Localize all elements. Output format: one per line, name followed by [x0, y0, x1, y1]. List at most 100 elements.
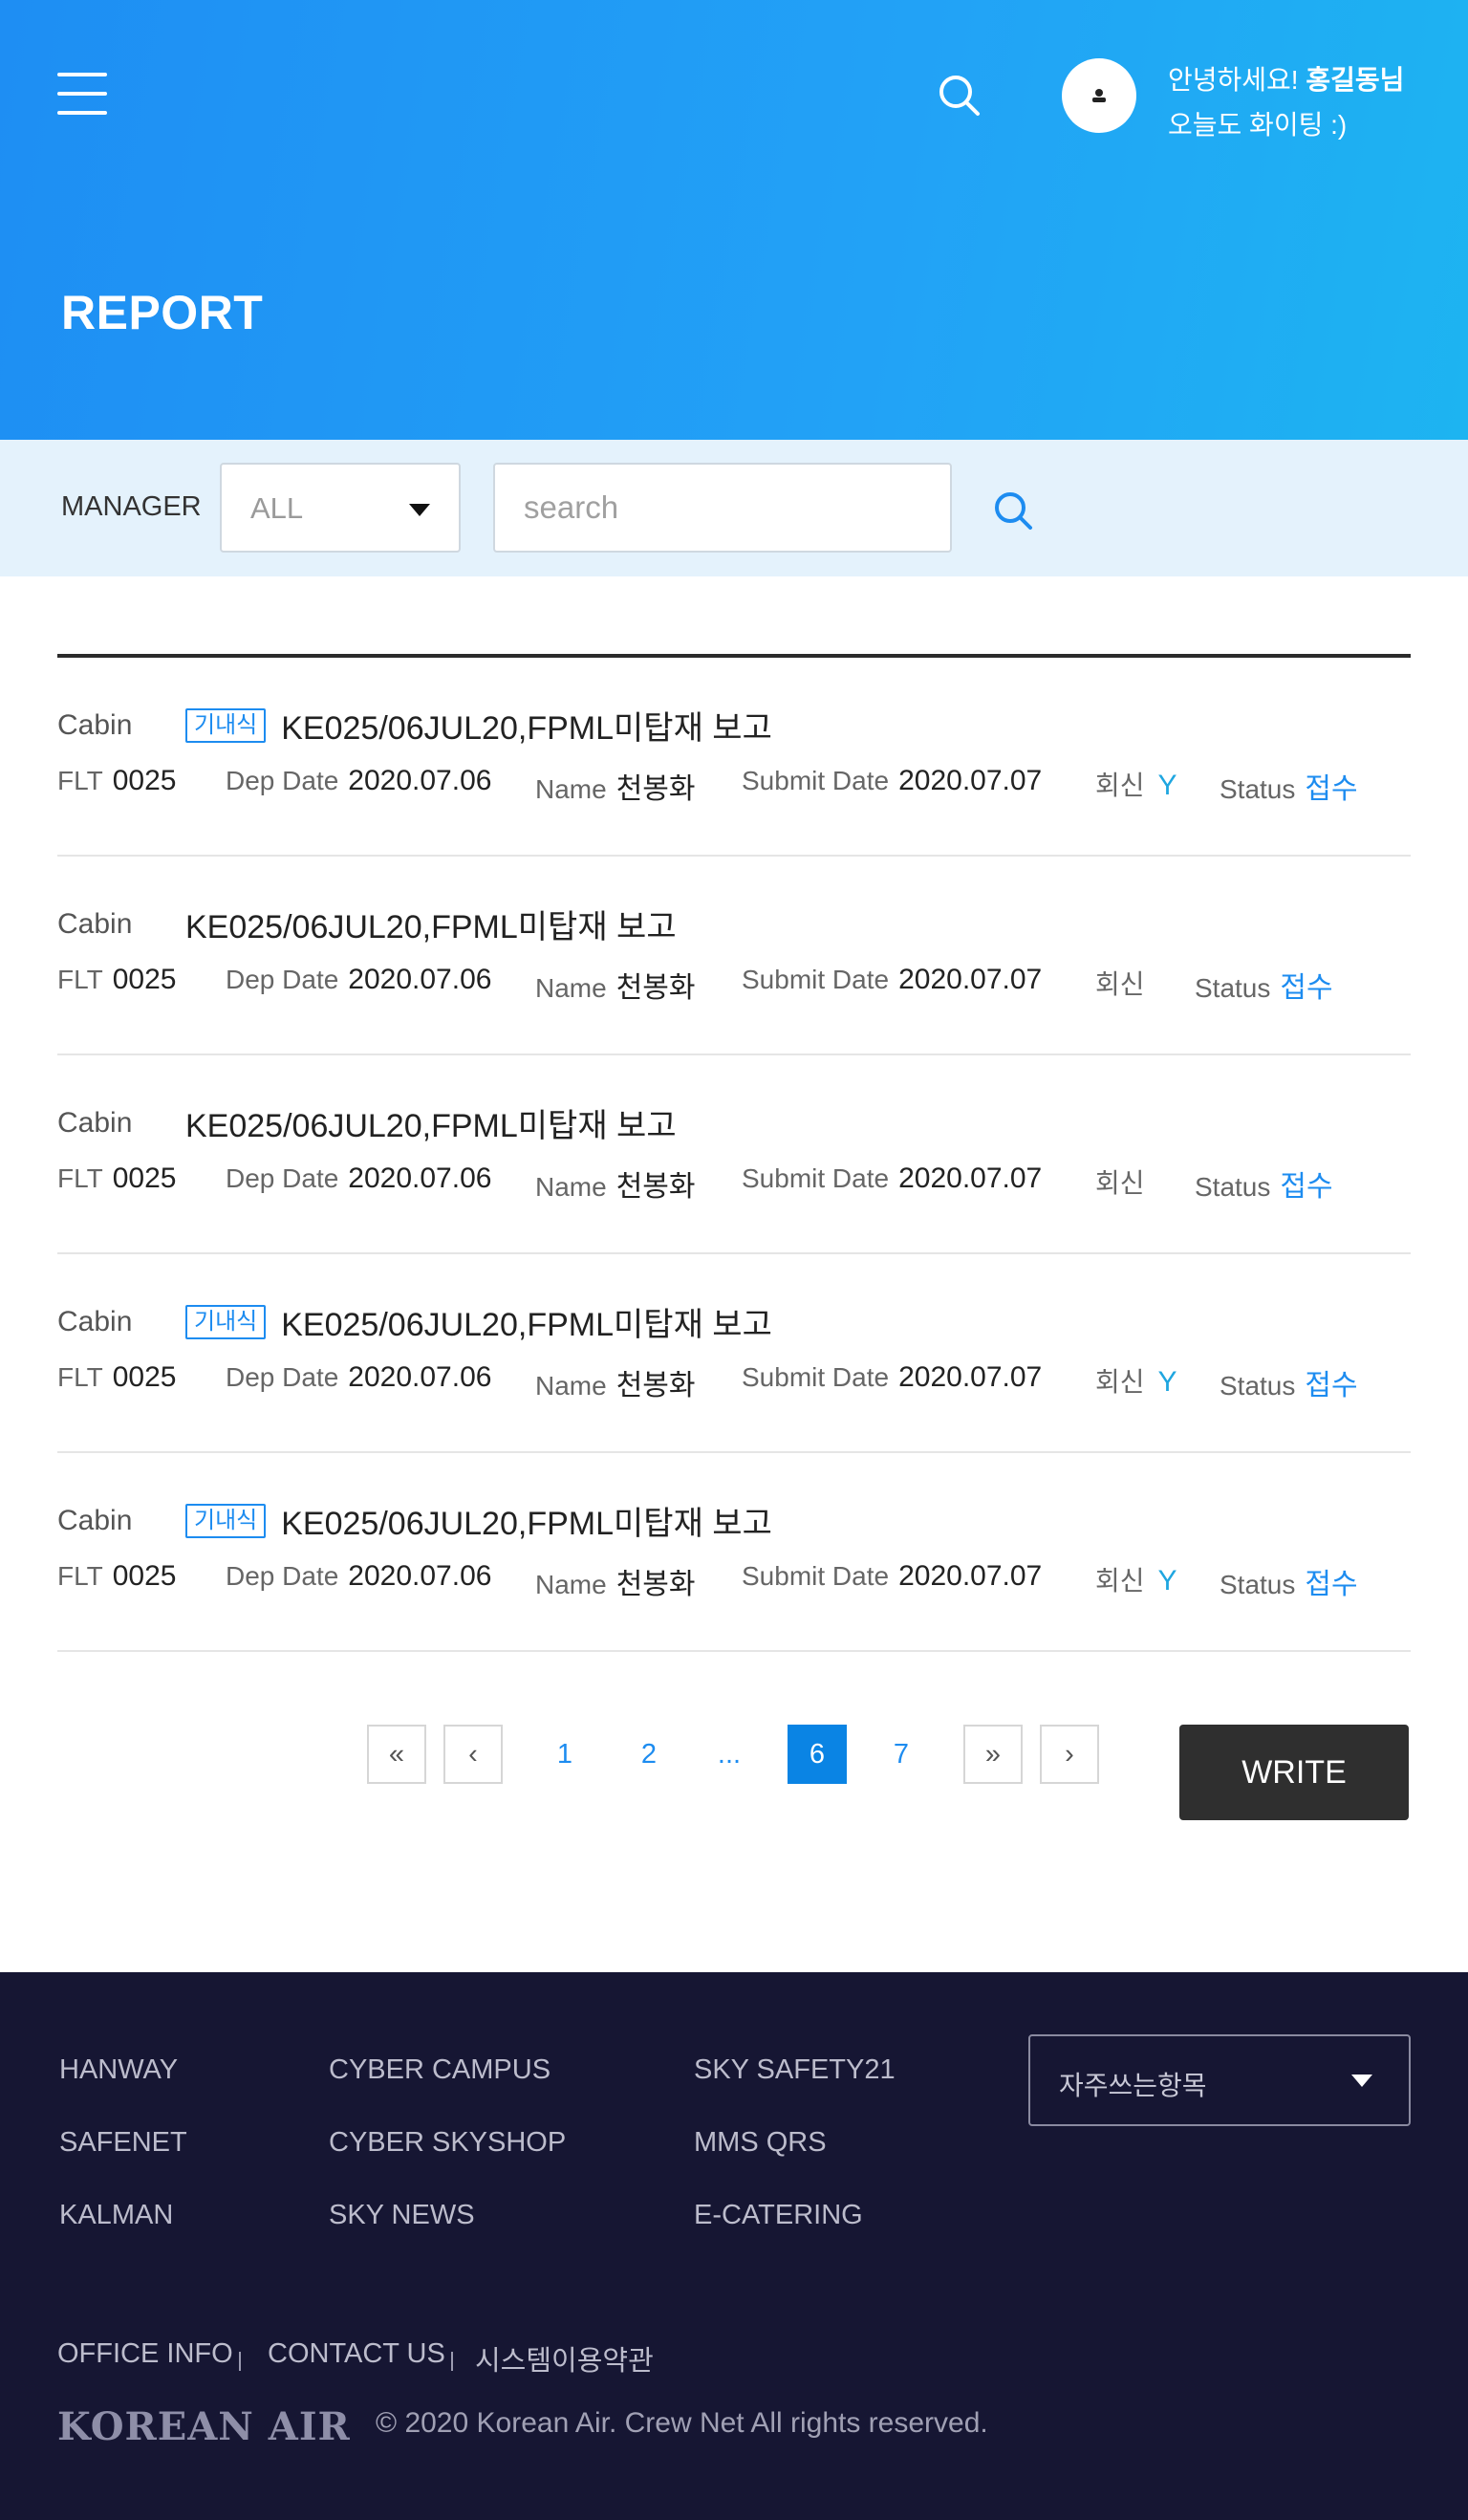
- report-tag: 기내식: [185, 1304, 267, 1339]
- page-6-button[interactable]: 6: [788, 1725, 847, 1784]
- flt-field: FLT 0025: [57, 1162, 176, 1195]
- list-item[interactable]: Cabin KE025/06JUL20,FPML미탑재 보고 FLT 0025 Dep …: [57, 1055, 1411, 1254]
- status-value: 접수: [1280, 972, 1333, 1004]
- dep-date-value: 2020.07.06: [348, 1162, 492, 1194]
- flt-value: 0025: [112, 1560, 177, 1592]
- footer-link-office-info[interactable]: OFFICE INFO: [57, 2338, 233, 2370]
- dep-date-field: Dep Date 2020.07.06: [226, 964, 491, 996]
- user-greeting: 안녕하세요! 홍길동님 오늘도 화이팅 :): [1168, 57, 1404, 147]
- submit-date-field: Submit Date 2020.07.07: [742, 1560, 1042, 1593]
- flt-field: FLT 0025: [57, 765, 176, 797]
- name-value: 천봉화: [615, 972, 696, 1004]
- submit-date-value: 2020.07.07: [898, 765, 1043, 796]
- page-1-button[interactable]: 1: [535, 1725, 594, 1784]
- list-item[interactable]: Cabin 기내식 KE025/06JUL20,FPML미탑재 보고 FLT 0025 D…: [57, 658, 1411, 857]
- list-item[interactable]: Cabin 기내식 KE025/06JUL20,FPML미탑재 보고 FLT 0025 D…: [57, 1453, 1411, 1652]
- hamburger-menu-icon[interactable]: [57, 71, 107, 117]
- report-title-text: KE025/06JUL20,FPML미탑재 보고: [281, 1307, 772, 1343]
- report-title[interactable]: KE025/06JUL20,FPML미탑재 보고: [185, 1099, 677, 1146]
- submit-date-value: 2020.07.07: [898, 964, 1043, 995]
- manager-select-value: ALL: [250, 491, 304, 525]
- report-title[interactable]: KE025/06JUL20,FPML미탑재 보고: [185, 901, 677, 947]
- manager-select[interactable]: ALL: [220, 463, 461, 553]
- report-category: Cabin: [57, 709, 133, 741]
- submit-date-field: Submit Date 2020.07.07: [742, 765, 1042, 797]
- status-value: 접수: [1305, 1370, 1358, 1401]
- status-field: Status 접수: [1220, 1560, 1358, 1602]
- status-label: Status: [1195, 1172, 1271, 1202]
- write-button[interactable]: WRITE: [1179, 1725, 1409, 1820]
- footer-link-hanway[interactable]: HANWAY: [59, 2054, 178, 2086]
- page-7-button[interactable]: 7: [872, 1725, 931, 1784]
- last-page-button[interactable]: »: [963, 1725, 1023, 1784]
- reply-field: 회신 Y: [1095, 1361, 1177, 1400]
- footer-link-e-catering[interactable]: E-CATERING: [694, 2200, 863, 2231]
- next-page-button[interactable]: ›: [1040, 1725, 1099, 1784]
- chevron-down-icon: [409, 504, 430, 516]
- korean-air-logo: KOREAN AIR: [57, 2404, 351, 2449]
- footer-link-safenet[interactable]: SAFENET: [59, 2127, 187, 2159]
- reply-field: 회신 Y: [1095, 1560, 1177, 1598]
- footer-link-contact-us[interactable]: CONTACT US: [268, 2338, 445, 2370]
- status-label: Status: [1220, 774, 1296, 804]
- status-field: Status 접수: [1220, 765, 1358, 807]
- list-item[interactable]: Cabin 기내식 KE025/06JUL20,FPML미탑재 보고 FLT 0025 D…: [57, 1254, 1411, 1453]
- name-field: Name 천봉화: [535, 1162, 696, 1205]
- status-value: 접수: [1305, 1569, 1358, 1600]
- name-value: 천봉화: [615, 1171, 696, 1203]
- footer-link-terms[interactable]: 시스템이용약관: [475, 2338, 654, 2379]
- name-label: Name: [535, 973, 607, 1003]
- filter-bar: MANAGER ALL: [0, 440, 1468, 576]
- report-title[interactable]: 기내식 KE025/06JUL20,FPML미탑재 보고: [185, 1497, 772, 1544]
- name-value: 천봉화: [615, 1569, 696, 1600]
- report-category: Cabin: [57, 1306, 133, 1337]
- submit-date-label: Submit Date: [742, 1163, 890, 1193]
- page-2-button[interactable]: 2: [619, 1725, 679, 1784]
- footer-link-sky-safety21[interactable]: SKY SAFETY21: [694, 2054, 896, 2086]
- report-title-text: KE025/06JUL20,FPML미탑재 보고: [185, 909, 677, 945]
- search-input[interactable]: [493, 463, 952, 553]
- report-category: Cabin: [57, 1107, 133, 1139]
- quick-links-select[interactable]: 자주쓰는항목: [1028, 2034, 1411, 2126]
- report-title[interactable]: 기내식 KE025/06JUL20,FPML미탑재 보고: [185, 702, 772, 749]
- footer-link-mms-qrs[interactable]: MMS QRS: [694, 2127, 827, 2159]
- footer-link-cyber-campus[interactable]: CYBER CAMPUS: [329, 2054, 550, 2086]
- page-header: 안녕하세요! 홍길동님 오늘도 화이팅 :) REPORT: [0, 0, 1468, 440]
- name-field: Name 천봉화: [535, 765, 696, 807]
- quick-links-select-value: 자주쓰는항목: [1059, 2071, 1207, 2100]
- footer-link-cyber-skyshop[interactable]: CYBER SKYSHOP: [329, 2127, 566, 2159]
- report-title-text: KE025/06JUL20,FPML미탑재 보고: [281, 710, 772, 747]
- dep-date-field: Dep Date 2020.07.06: [226, 765, 491, 797]
- status-label: Status: [1195, 973, 1271, 1003]
- submit-date-field: Submit Date 2020.07.07: [742, 1361, 1042, 1394]
- greeting-line2: 오늘도 화이팅 :): [1168, 110, 1348, 140]
- list-item[interactable]: Cabin KE025/06JUL20,FPML미탑재 보고 FLT 0025 Dep …: [57, 857, 1411, 1055]
- footer-link-sky-news[interactable]: SKY NEWS: [329, 2200, 475, 2231]
- report-category: Cabin: [57, 1505, 133, 1536]
- chevron-down-icon: [1351, 2075, 1372, 2087]
- dep-date-value: 2020.07.06: [348, 765, 492, 796]
- name-label: Name: [535, 1371, 607, 1401]
- dep-date-field: Dep Date 2020.07.06: [226, 1162, 491, 1195]
- reply-label: 회신: [1095, 771, 1145, 800]
- avatar[interactable]: [1062, 58, 1136, 133]
- report-title[interactable]: 기내식 KE025/06JUL20,FPML미탑재 보고: [185, 1298, 772, 1345]
- search-icon[interactable]: [937, 73, 982, 119]
- dep-date-field: Dep Date 2020.07.06: [226, 1361, 491, 1394]
- footer-link-kalman[interactable]: KALMAN: [59, 2200, 173, 2231]
- reply-field: 회신 Y: [1095, 765, 1177, 803]
- name-field: Name 천봉화: [535, 1560, 696, 1602]
- report-category: Cabin: [57, 908, 133, 940]
- prev-page-button[interactable]: ‹: [443, 1725, 503, 1784]
- first-page-button[interactable]: «: [367, 1725, 426, 1784]
- search-icon[interactable]: [992, 489, 1034, 532]
- flt-label: FLT: [57, 766, 103, 795]
- status-value: 접수: [1280, 1171, 1333, 1203]
- flt-value: 0025: [112, 1361, 177, 1393]
- flt-label: FLT: [57, 1362, 103, 1392]
- footer-separator: [451, 2352, 453, 2371]
- name-field: Name 천봉화: [535, 964, 696, 1006]
- flt-label: FLT: [57, 1163, 103, 1193]
- flt-field: FLT 0025: [57, 964, 176, 996]
- status-field: Status 접수: [1195, 1162, 1333, 1205]
